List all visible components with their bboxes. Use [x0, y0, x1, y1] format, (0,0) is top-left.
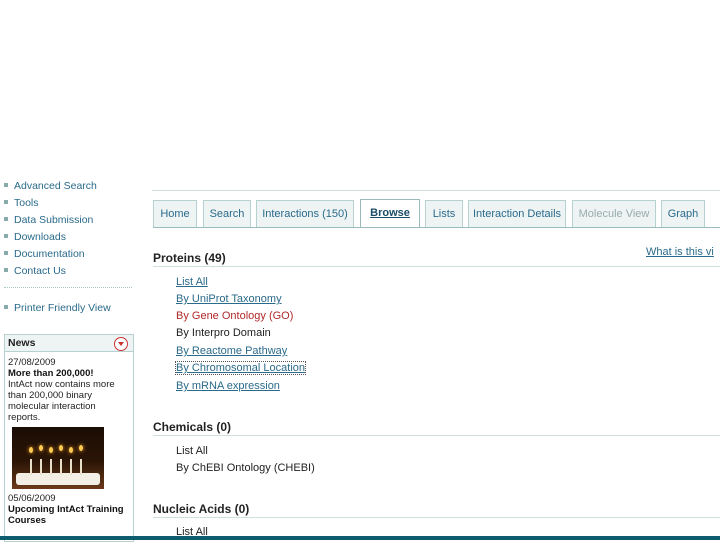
bullet-icon — [4, 183, 8, 188]
chemicals-chebi-ontology-link[interactable]: By ChEBI Ontology (CHEBI) — [176, 462, 315, 474]
news-date: 05/06/2009 — [8, 493, 56, 504]
sidebar-item-contact-us[interactable]: Contact Us — [4, 263, 136, 279]
candle — [70, 459, 72, 475]
sidebar-item-documentation[interactable]: Documentation — [4, 246, 136, 262]
sidebar-item-label: Documentation — [14, 248, 85, 260]
candle — [50, 459, 52, 475]
proteins-list-all-link[interactable]: List All — [176, 276, 208, 288]
tab-label: Browse — [370, 207, 410, 219]
proteins-interpro-domain-link[interactable]: By Interpro Domain — [176, 327, 271, 339]
tab-interaction-details[interactable]: Interaction Details — [468, 200, 566, 227]
news-date: 27/08/2009 — [8, 357, 56, 368]
sidebar-item-label: Contact Us — [14, 265, 66, 277]
sidebar-item-label: Tools — [14, 197, 39, 209]
sidebar-item-advanced-search[interactable]: Advanced Search — [4, 178, 136, 194]
sidebar-item-label: Advanced Search — [14, 180, 97, 192]
flame — [79, 445, 83, 451]
bullet-icon — [4, 268, 8, 273]
news-header-label: News — [8, 337, 36, 349]
birthday-cake-image — [12, 427, 104, 489]
tab-label: Home — [160, 208, 190, 220]
bullet-icon — [4, 251, 8, 256]
flame — [59, 445, 63, 451]
chemicals-rule — [153, 435, 720, 436]
sidebar-item-label: Data Submission — [14, 214, 94, 226]
cake-base — [16, 473, 100, 485]
sidebar-item-downloads[interactable]: Downloads — [4, 229, 136, 245]
tab-label: Lists — [432, 208, 456, 220]
candle — [80, 459, 82, 475]
proteins-uniprot-taxonomy-link[interactable]: By UniProt Taxonomy — [176, 293, 282, 305]
sidebar-item-tools[interactable]: Tools — [4, 195, 136, 211]
tab-interactions[interactable]: Interactions (150) — [256, 200, 354, 227]
printer-friendly-label: Printer Friendly View — [14, 302, 111, 314]
flame — [69, 447, 73, 453]
news-box: News 27/08/2009 More than 200,000! IntAc… — [4, 334, 134, 542]
bullet-icon — [4, 305, 8, 310]
bullet-icon — [4, 200, 8, 205]
tab-lists[interactable]: Lists — [425, 200, 463, 227]
tabs-underline — [153, 227, 720, 228]
news-text: IntAct now contains more than 200,000 bi… — [8, 379, 115, 423]
proteins-mrna-expression-link[interactable]: By mRNA expression — [176, 380, 280, 392]
sidebar-item-data-submission[interactable]: Data Submission — [4, 212, 136, 228]
proteins-chromosomal-location-link[interactable]: By Chromosomal Location — [174, 361, 307, 375]
news-title[interactable]: Upcoming IntAct Training Courses — [8, 504, 130, 526]
tab-browse[interactable]: Browse — [360, 199, 420, 228]
tab-molecule-view[interactable]: Molecule View — [572, 200, 656, 227]
collapse-toggle-icon[interactable] — [114, 337, 128, 351]
candle — [60, 459, 62, 475]
printer-friendly-link[interactable]: Printer Friendly View — [4, 300, 136, 316]
whats-this-link[interactable]: What is this vi — [646, 246, 714, 258]
content-top-rule — [152, 190, 720, 191]
tab-label: Molecule View — [578, 208, 650, 220]
tab-label: Search — [209, 208, 245, 220]
news-header: News — [5, 335, 133, 352]
tab-search[interactable]: Search — [203, 200, 251, 227]
sidebar-item-label: Downloads — [14, 231, 66, 243]
bullet-icon — [4, 234, 8, 239]
chemicals-list-all-link[interactable]: List All — [176, 445, 208, 457]
nucleic-acids-heading: Nucleic Acids (0) — [153, 502, 250, 516]
bullet-icon — [4, 217, 8, 222]
proteins-reactome-pathway-link[interactable]: By Reactome Pathway — [176, 345, 287, 357]
tab-home[interactable]: Home — [153, 200, 197, 227]
sidebar-divider — [4, 287, 132, 288]
tab-label: Graph — [667, 208, 699, 220]
content-footer-bar — [140, 536, 720, 540]
proteins-heading: Proteins (49) — [153, 251, 226, 265]
flame — [49, 447, 53, 453]
sidebar-footer-bar — [0, 536, 140, 540]
nucleic-acids-rule — [153, 517, 720, 518]
candle — [40, 459, 42, 475]
tab-label: Interaction Details — [472, 208, 562, 220]
news-title[interactable]: More than 200,000! — [8, 368, 130, 379]
tab-graph[interactable]: Graph — [661, 200, 705, 227]
news-body: 27/08/2009 More than 200,000! IntAct now… — [5, 352, 133, 528]
flame — [39, 445, 43, 451]
flame — [29, 447, 33, 453]
chemicals-heading: Chemicals (0) — [153, 420, 232, 434]
proteins-rule — [153, 266, 720, 267]
tab-label: Interactions (150) — [262, 208, 348, 220]
candle — [30, 459, 32, 475]
proteins-gene-ontology-link[interactable]: By Gene Ontology (GO) — [176, 310, 293, 322]
